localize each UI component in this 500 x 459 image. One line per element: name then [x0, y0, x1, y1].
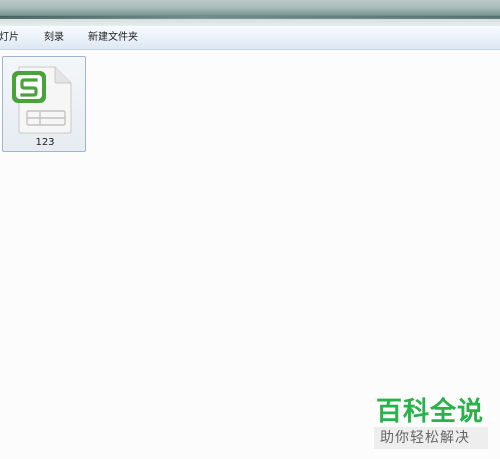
window-chrome: [0, 0, 500, 26]
toolbar-slideshow-button[interactable]: 灯片: [0, 31, 19, 45]
watermark-title: 百科全说: [376, 397, 485, 427]
spreadsheet-s-icon: [11, 61, 77, 139]
toolbar: 灯片 刻录 新建文件夹: [0, 26, 500, 50]
file-item[interactable]: 123: [2, 56, 86, 152]
chrome-divider: [0, 16, 500, 19]
explorer-window: 灯片 刻录 新建文件夹 123 百科全说 助你轻松解决: [0, 0, 500, 459]
toolbar-burn-button[interactable]: 刻录: [44, 31, 64, 45]
watermark-logo: 百科全说 助你轻松解决: [372, 395, 492, 455]
watermark-subtitle: 助你轻松解决: [380, 430, 470, 446]
toolbar-new-folder-button[interactable]: 新建文件夹: [88, 31, 138, 45]
file-name-label: 123: [35, 137, 55, 148]
